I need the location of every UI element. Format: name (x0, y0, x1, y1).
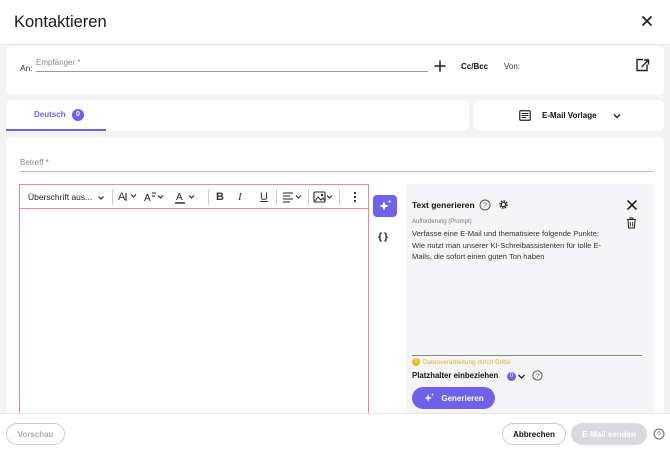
line-height-button[interactable]: A (144, 190, 166, 204)
recipients-card: An: Empfänger * Cc/Bcc Von: (6, 46, 664, 95)
template-icon (519, 110, 531, 121)
line-height-icon: A (144, 192, 164, 203)
dialog-footer: Vorschau Abbrechen E-Mail senden ? (0, 413, 670, 452)
template-select[interactable]: E-Mail Vorlage (474, 100, 664, 131)
dialog-title: Kontaktieren (14, 13, 107, 31)
insert-image-button[interactable] (313, 190, 337, 204)
chevron-down-icon (98, 196, 104, 200)
close-icon[interactable] (638, 12, 656, 30)
subject-input[interactable]: Betreff * (20, 158, 49, 167)
placeholder-count-badge: 0 (507, 372, 516, 381)
generate-button-label: Generieren (441, 393, 484, 403)
help-icon[interactable]: ? (479, 199, 491, 211)
bold-button[interactable]: B (216, 190, 224, 204)
open-in-window-icon[interactable] (634, 57, 650, 73)
preview-button[interactable]: Vorschau (6, 423, 65, 445)
language-tabs: Deutsch 0 (6, 100, 469, 131)
include-placeholders-toggle[interactable]: Platzhalter einbeziehen (412, 371, 498, 380)
chevron-down-icon (613, 114, 621, 119)
ai-panel-title: Text generieren (412, 200, 475, 210)
sparkle-icon (379, 199, 392, 211)
prompt-textarea[interactable]: Verfasse eine E-Mail und thematisiere fo… (412, 228, 612, 263)
to-label: An: (20, 63, 33, 73)
gear-icon[interactable] (497, 198, 510, 211)
italic-button[interactable]: I (238, 190, 242, 204)
svg-text:?: ? (536, 373, 540, 380)
editor-body[interactable] (20, 210, 368, 415)
tab-label: Deutsch (34, 110, 66, 119)
send-email-button[interactable]: E-Mail senden (571, 423, 647, 445)
tab-deutsch[interactable]: Deutsch 0 (6, 100, 106, 131)
align-left-icon (283, 192, 302, 203)
close-icon[interactable] (626, 199, 638, 211)
from-label: Von: (504, 62, 521, 71)
generate-button[interactable]: Generieren (412, 387, 495, 409)
font-size-glyph: A (118, 191, 126, 203)
data-processing-text: Datenverarbeitung durch Dritte (423, 358, 511, 366)
prompt-label: Aufforderung (Prompt) (412, 219, 472, 225)
recipient-input-underline (36, 71, 428, 72)
placeholder-button[interactable]: {} (377, 232, 389, 243)
text-color-icon: A (175, 192, 195, 204)
prompt-underline (412, 355, 642, 356)
text-color-button[interactable]: A (175, 190, 199, 204)
sparkle-icon (424, 393, 435, 402)
template-select-label: E-Mail Vorlage (542, 111, 597, 120)
recipient-input[interactable]: Empfänger * (36, 58, 80, 67)
help-icon[interactable]: ? (653, 428, 665, 440)
tab-count-badge: 0 (72, 109, 84, 121)
font-size-icon (125, 193, 137, 201)
font-size-button[interactable]: A (118, 190, 139, 204)
cc-bcc-button[interactable]: Cc/Bcc (461, 62, 488, 71)
heading-select[interactable]: Überschrift aus... (28, 192, 92, 202)
svg-text:A: A (144, 193, 151, 203)
subject-underline (20, 171, 654, 172)
editor-toolbar: Überschrift aus... A A A B I U (20, 185, 368, 209)
ai-generate-panel: Text generieren ? Aufforderung (Prompt) … (406, 184, 654, 416)
help-icon[interactable]: ? (532, 370, 543, 381)
svg-text:?: ? (483, 203, 487, 210)
toolbar-divider (112, 189, 113, 205)
svg-text:?: ? (657, 432, 661, 439)
svg-text:A: A (176, 192, 183, 203)
more-vertical-icon (353, 191, 357, 203)
toolbar-divider (276, 189, 277, 205)
toolbar-divider (208, 189, 209, 205)
ai-assistant-button[interactable] (373, 195, 397, 217)
chevron-down-icon[interactable] (517, 372, 526, 381)
more-options-button[interactable] (353, 190, 357, 204)
cancel-button[interactable]: Abbrechen (502, 423, 566, 445)
compose-area: Betreff * Überschrift aus... A A A B I U… (6, 137, 664, 416)
image-icon (313, 190, 333, 203)
rich-text-editor[interactable]: Überschrift aus... A A A B I U (19, 184, 369, 416)
data-processing-notice: ! Datenverarbeitung durch Dritte (412, 358, 510, 366)
trash-icon[interactable] (626, 217, 637, 229)
underline-button[interactable]: U (260, 190, 268, 204)
align-button[interactable] (282, 190, 306, 204)
toolbar-divider (308, 189, 309, 205)
add-recipient-icon[interactable] (433, 59, 447, 73)
dialog-header: Kontaktieren (0, 0, 670, 45)
toolbar-divider (339, 189, 340, 205)
warning-icon: ! (412, 358, 420, 366)
